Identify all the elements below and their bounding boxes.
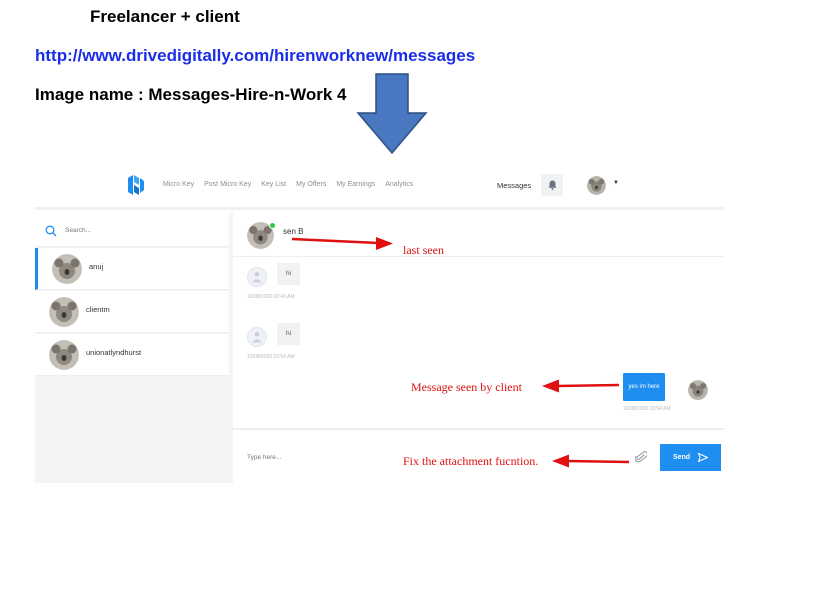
message-input[interactable] [247, 450, 367, 464]
top-navbar: Micro Key Post Micro Key Key List My Off… [35, 158, 724, 210]
nav-key-list[interactable]: Key List [261, 181, 286, 188]
nav-my-offers[interactable]: My Offers [296, 181, 326, 188]
app-screenshot: Micro Key Post Micro Key Key List My Off… [35, 158, 724, 483]
avatar [247, 267, 267, 287]
down-arrow-icon [356, 73, 428, 155]
contacts-sidebar: anuj clientm unionatlyndhurst [35, 213, 233, 483]
online-indicator [269, 222, 276, 229]
logo-icon[interactable] [127, 173, 145, 197]
annotation-arrow [552, 454, 630, 468]
avatar [688, 380, 708, 400]
message-bubble: hi [277, 263, 300, 285]
avatar [49, 297, 79, 327]
send-arrow-icon [698, 453, 709, 462]
send-label: Send [672, 454, 691, 461]
nav-my-earnings[interactable]: My Earnings [336, 181, 375, 188]
document-title: Freelancer + client [90, 7, 240, 26]
annotation-last-seen: last seen [403, 243, 444, 257]
paperclip-icon[interactable] [635, 450, 647, 464]
annotation-fix-attachment: Fix the attachment fucntion. [403, 454, 539, 468]
nav-analytics[interactable]: Analytics [385, 181, 413, 188]
search-icon [45, 225, 57, 237]
nav-messages[interactable]: Messages [497, 181, 531, 190]
annotation-message-seen: Message seen by client [411, 380, 522, 394]
bell-icon [548, 180, 557, 190]
nav-micro-key[interactable]: Micro Key [163, 181, 194, 188]
avatar [52, 254, 82, 284]
annotation-arrow [291, 237, 393, 250]
chevron-down-icon[interactable]: ▼ [613, 180, 619, 186]
search-bar [35, 213, 229, 247]
nav-right: Messages [497, 174, 564, 196]
message-timestamp: 10/08/2020 03:54 AM [247, 354, 295, 360]
message-timestamp: 10/08/2020 02:43 AM [247, 294, 295, 300]
contact-item[interactable]: clientm [35, 291, 229, 333]
document-image-name: Image name : Messages-Hire-n-Work 4 [35, 85, 347, 104]
annotation-arrow [542, 379, 620, 393]
message-timestamp: 10/08/2020 03:54 AM [623, 406, 671, 412]
contact-item[interactable]: anuj [35, 248, 229, 290]
document-url[interactable]: http://www.drivedigitally.com/hirenworkn… [35, 46, 475, 66]
chat-panel: sen B hi 10/08/2020 02:43 AM hi 10/08/20… [233, 213, 724, 483]
contact-name: unionatlyndhurst [86, 348, 142, 357]
user-avatar[interactable] [587, 176, 606, 195]
contact-item[interactable]: unionatlyndhurst [35, 334, 229, 376]
notifications-button[interactable] [541, 174, 564, 196]
main-nav: Micro Key Post Micro Key Key List My Off… [163, 181, 423, 188]
contact-name: clientm [86, 305, 110, 314]
avatar [49, 340, 79, 370]
contact-name: anuj [89, 262, 104, 271]
avatar [247, 327, 267, 347]
message-bubble: hi [277, 323, 300, 345]
send-button[interactable]: Send [660, 444, 721, 471]
nav-post-micro-key[interactable]: Post Micro Key [204, 181, 251, 188]
outgoing-message-bubble: yes im here [623, 373, 665, 401]
search-input[interactable] [65, 223, 215, 237]
